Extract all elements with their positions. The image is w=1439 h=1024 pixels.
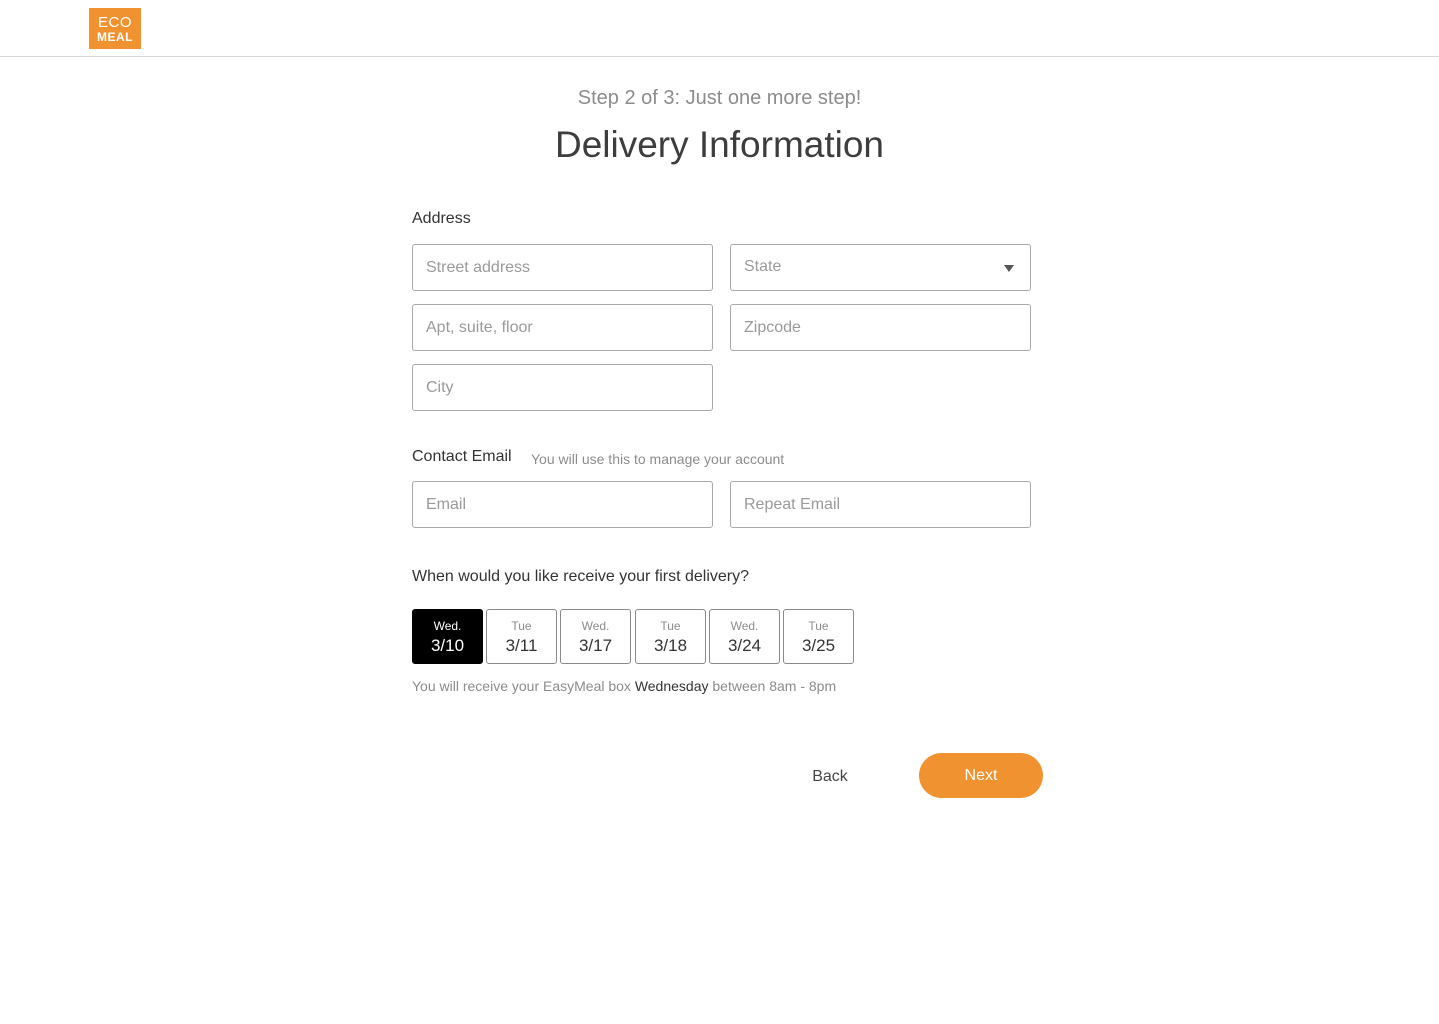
delivery-date-day: 3/24 <box>727 636 762 655</box>
city-input[interactable] <box>412 364 713 411</box>
back-button[interactable]: Back <box>796 762 864 792</box>
delivery-date-option[interactable]: Tue 3/11 <box>486 609 557 664</box>
delivery-date-weekday: Wed. <box>730 619 759 633</box>
delivery-date-option[interactable]: Tue 3/18 <box>635 609 706 664</box>
delivery-date-weekday: Wed. <box>433 619 462 633</box>
delivery-date-day: 3/25 <box>801 636 836 655</box>
eco-meal-logo[interactable]: ECO MEAL <box>89 8 141 49</box>
delivery-note: You will receive your EasyMeal box Wedne… <box>412 678 836 694</box>
delivery-date-day: 3/17 <box>578 636 613 655</box>
delivery-date-weekday: Wed. <box>581 619 610 633</box>
state-select[interactable]: State <box>730 244 1031 291</box>
contact-email-hint: You will use this to manage your account <box>531 451 785 467</box>
delivery-date-day: 3/11 <box>505 636 538 655</box>
apt-suite-floor-input[interactable] <box>412 304 713 351</box>
zipcode-input[interactable] <box>730 304 1031 351</box>
delivery-note-suffix: between 8am - 8pm <box>712 678 837 694</box>
delivery-note-day: Wednesday <box>634 678 709 694</box>
delivery-note-prefix: You will receive your EasyMeal box <box>412 678 631 694</box>
email-input[interactable] <box>412 481 713 528</box>
page-title: Delivery Information <box>554 124 884 165</box>
delivery-date-day: 3/18 <box>653 636 688 655</box>
delivery-date-option[interactable]: Wed. 3/10 <box>412 609 483 664</box>
delivery-date-day: 3/10 <box>430 636 465 655</box>
delivery-date-weekday: Tue <box>808 619 829 633</box>
state-select-value: State <box>744 258 782 275</box>
caret-down-icon <box>1004 265 1014 272</box>
delivery-date-option[interactable]: Wed. 3/17 <box>560 609 631 664</box>
delivery-date-option[interactable]: Wed. 3/24 <box>709 609 780 664</box>
logo-line-1: ECO <box>97 14 132 31</box>
street-address-input[interactable] <box>412 244 713 291</box>
delivery-date-weekday: Tue <box>511 619 532 633</box>
delivery-question: When would you like receive your first d… <box>412 568 750 585</box>
next-button[interactable]: Next <box>919 753 1043 798</box>
top-bar: ECO MEAL <box>0 0 1439 57</box>
repeat-email-input[interactable] <box>730 481 1031 528</box>
address-label: Address <box>412 210 471 227</box>
delivery-date-weekday: Tue <box>660 619 681 633</box>
contact-email-label: Contact Email <box>412 448 512 465</box>
logo-line-2: MEAL <box>97 30 133 44</box>
delivery-date-option[interactable]: Tue 3/25 <box>783 609 854 664</box>
step-indicator: Step 2 of 3: Just one more step! <box>577 87 862 109</box>
